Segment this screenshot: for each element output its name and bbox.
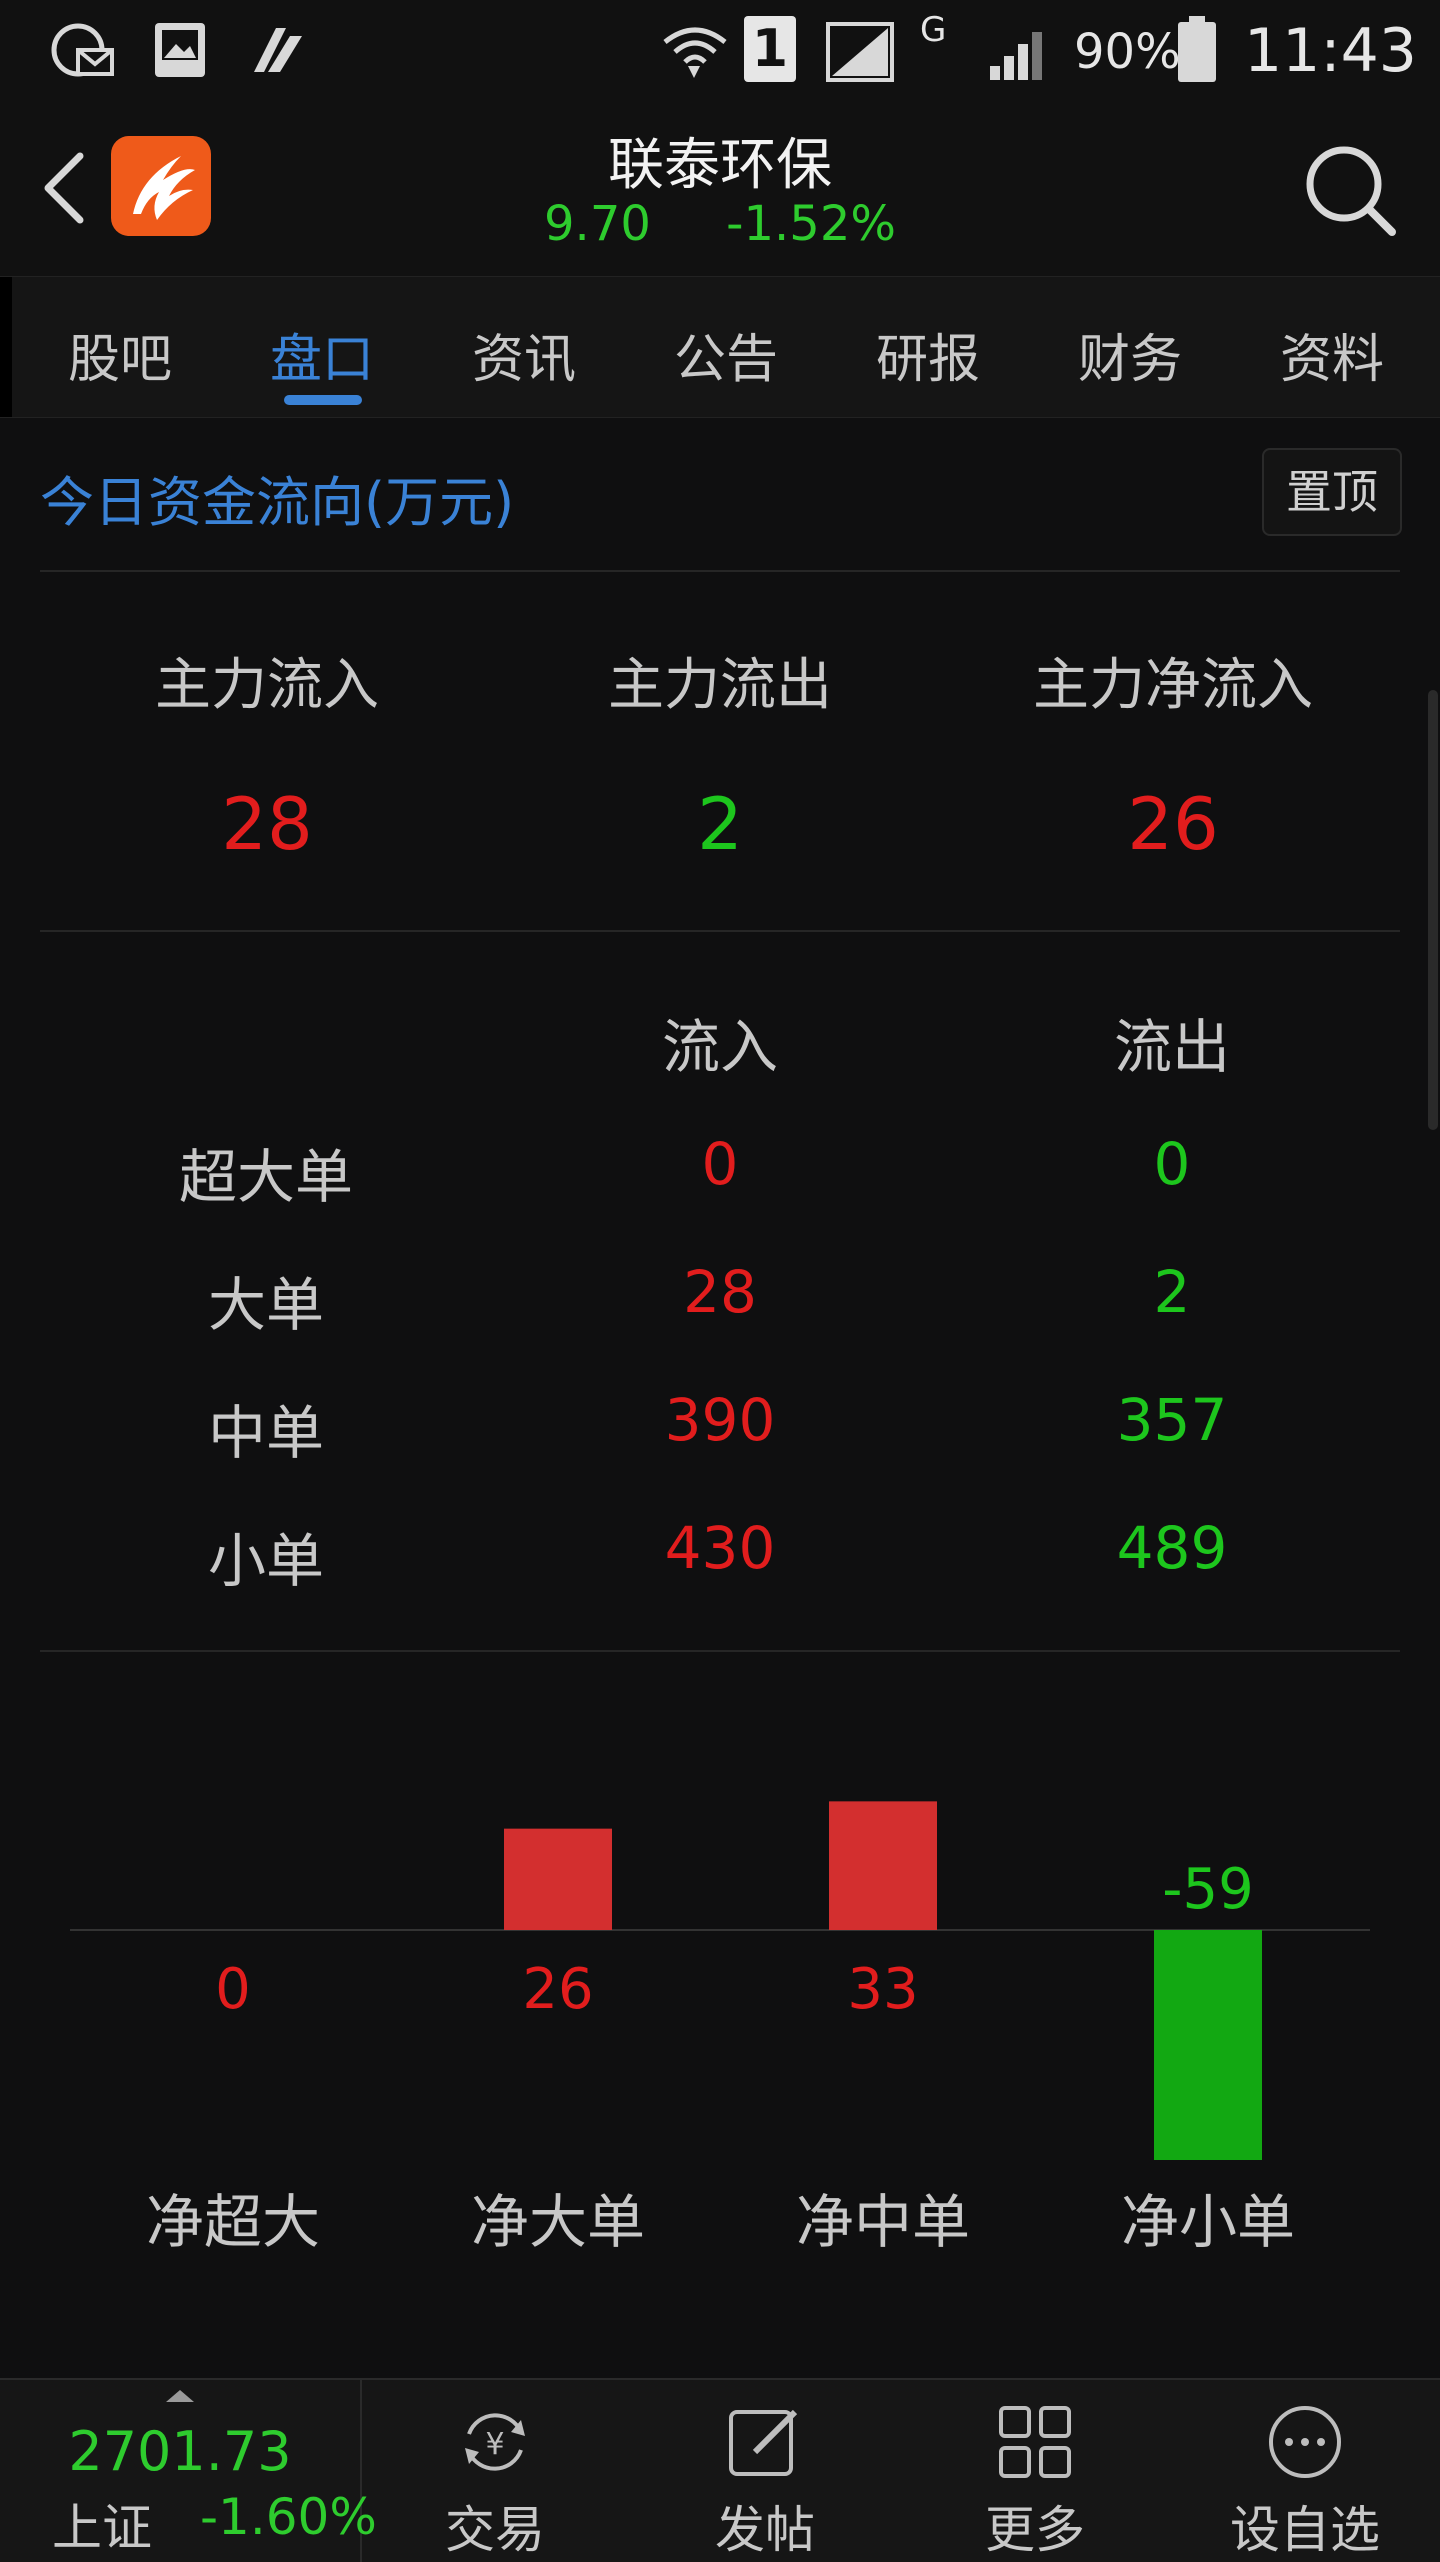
stock-price: 9.70: [544, 196, 651, 252]
nav-trade[interactable]: ¥ 交易: [360, 2380, 630, 2562]
main-net-inflow-label: 主力净流入: [1033, 653, 1313, 718]
signal-box-icon: [826, 22, 894, 82]
tab-pankou[interactable]: 盘口: [222, 317, 422, 392]
chart-bar: [829, 1801, 937, 1930]
row-out-medium: 357: [1116, 1386, 1228, 1454]
divider: [40, 570, 1400, 572]
network-type: G: [920, 10, 947, 50]
chart-category-label: 净大单: [471, 2188, 645, 2256]
bottom-nav-bar: 2701.73 上证 -1.60% ¥ 交易 发帖 更多 设自选: [0, 2378, 1440, 2562]
nav-more[interactable]: 更多: [900, 2380, 1170, 2562]
main-outflow-label: 主力流出: [608, 653, 832, 718]
nav-post-label: 发帖: [715, 2501, 815, 2559]
row-label-large: 大单: [207, 1271, 324, 1339]
sim-label: 1: [751, 19, 789, 79]
chart-category-label: 净超大: [146, 2188, 320, 2256]
row-label-super-large: 超大单: [178, 1143, 353, 1211]
gallery-icon: [155, 23, 205, 77]
row-in-large: 28: [683, 1258, 757, 1326]
clock: 11:43: [1244, 16, 1417, 86]
divider: [40, 1650, 1400, 1652]
tab-guba[interactable]: 股吧: [20, 317, 220, 392]
tab-profile[interactable]: 资料: [1232, 317, 1432, 392]
stock-change-pct: -1.52%: [726, 196, 896, 252]
row-label-medium: 中单: [207, 1399, 324, 1467]
nav-add-watchlist-label: 设自选: [1230, 2501, 1380, 2559]
nav-post[interactable]: 发帖: [630, 2380, 900, 2562]
wifi-icon: [663, 27, 727, 78]
stock-quote: 9.70 -1.52%: [0, 196, 1440, 252]
chart-marks: 0 净超大 26 净大单 33 净中单 -59 净小单: [146, 1801, 1295, 2256]
row-out-small: 489: [1116, 1514, 1228, 1582]
active-tab-indicator: [284, 395, 362, 405]
battery-icon: [1178, 16, 1216, 82]
chart-bar: [504, 1828, 612, 1930]
row-out-large: 2: [1153, 1258, 1191, 1326]
divider: [40, 930, 1400, 932]
chart-data-label: 33: [847, 1957, 918, 2022]
main-net-inflow-value: 26: [1127, 782, 1219, 866]
edit-post-icon: [729, 2409, 798, 2476]
net-flow-bar-chart: 0 净超大 26 净大单 33 净中单 -59 净小单: [70, 1801, 1370, 2256]
chart-category-label: 净中单: [796, 2188, 970, 2256]
index-change: -1.60%: [200, 2488, 377, 2546]
main-inflow-label: 主力流入: [155, 653, 379, 718]
sim-card-icon: 1: [744, 16, 796, 82]
row-in-super-large: 0: [701, 1130, 739, 1198]
chart-bar: [1154, 1930, 1262, 2160]
outflow-header: 流出: [1113, 1013, 1230, 1081]
battery-percent: 90%: [1074, 24, 1181, 80]
expand-up-icon: [166, 2390, 194, 2402]
tab-research[interactable]: 研报: [828, 317, 1028, 392]
row-label-small: 小单: [207, 1527, 324, 1595]
row-out-super-large: 0: [1153, 1130, 1191, 1198]
svg-text:¥: ¥: [485, 2427, 504, 2462]
chart-data-label: 0: [215, 1957, 251, 2022]
row-in-medium: 390: [664, 1386, 776, 1454]
index-name: 上证: [52, 2499, 152, 2557]
nav-add-watchlist[interactable]: 设自选: [1170, 2380, 1440, 2562]
chart-data-label: 26: [522, 1957, 593, 2022]
app-header: 联泰环保 9.70 -1.52%: [0, 100, 1440, 276]
tab-bar: 股吧 盘口 资讯 公告 研报 财务 资料: [0, 276, 1440, 418]
nav-more-label: 更多: [985, 2501, 1085, 2559]
yen-exchange-icon: ¥: [465, 2413, 525, 2471]
chart-data-label: -59: [1162, 1857, 1253, 1922]
app-notification-icon: [254, 28, 302, 72]
pin-to-top-button[interactable]: 置顶: [1262, 448, 1402, 536]
main-inflow-value: 28: [221, 782, 313, 866]
grid-more-icon: [999, 2406, 1071, 2478]
email-notification-icon: [51, 23, 114, 77]
tab-bar-edge: [0, 277, 12, 417]
market-index-widget[interactable]: 2701.73 上证 -1.60%: [0, 2380, 377, 2562]
more-dots-icon: [1269, 2406, 1341, 2478]
tab-news[interactable]: 资讯: [424, 317, 624, 392]
tab-finance[interactable]: 财务: [1030, 317, 1230, 392]
search-icon[interactable]: [1300, 140, 1400, 240]
inflow-header: 流入: [661, 1013, 778, 1081]
stock-name: 联泰环保: [608, 133, 832, 198]
section-title: 今日资金流向(万元): [40, 471, 515, 534]
cell-signal-icon: [990, 32, 1042, 80]
nav-trade-label: 交易: [445, 2501, 545, 2559]
tab-announcements[interactable]: 公告: [626, 317, 826, 392]
row-in-small: 430: [664, 1514, 776, 1582]
main-outflow-value: 2: [697, 782, 743, 866]
index-value: 2701.73: [68, 2420, 292, 2483]
status-bar: 1 G 90% 11:43: [0, 0, 1440, 100]
chart-category-label: 净小单: [1121, 2188, 1295, 2256]
scrollbar[interactable]: [1428, 690, 1438, 1130]
